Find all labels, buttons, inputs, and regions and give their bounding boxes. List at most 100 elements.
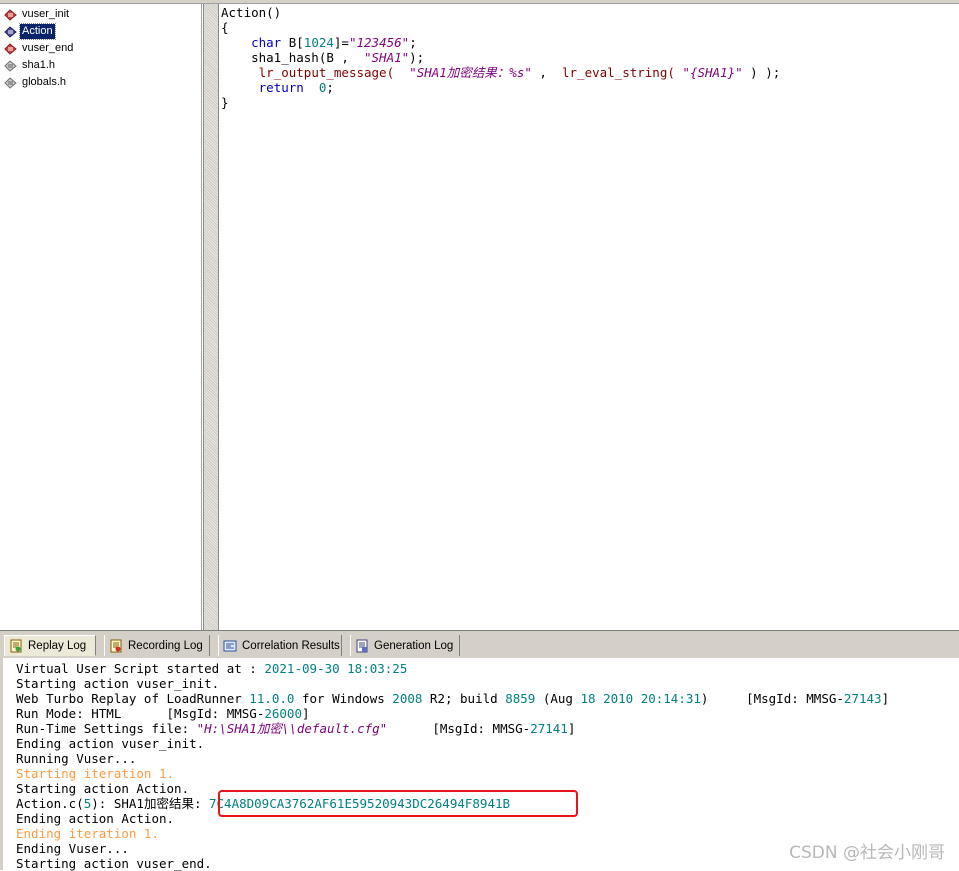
code-line-segment: lr_eval_string( (562, 65, 675, 80)
panel-splitter-scrollbar[interactable] (203, 4, 219, 630)
code-line-segment (394, 65, 409, 80)
log-line-segment: Starting iteration 1. (16, 766, 175, 781)
code-line: lr_output_message( "SHA1加密结果：%s" , lr_ev… (221, 65, 957, 80)
code-line-segment (304, 80, 319, 95)
log-line: Running Vuser... (16, 751, 959, 766)
tab-label: Correlation Results (242, 639, 340, 652)
code-line-segment: B[ (281, 35, 304, 50)
tab-correlation-results[interactable]: Correlation Results (218, 635, 342, 656)
log-line-segment: Run Mode: HTML [MsgId: MMSG- (16, 706, 265, 721)
code-line-segment (221, 65, 259, 80)
tab-label: Recording Log (128, 639, 203, 652)
log-line-segment: Ending action Action. (16, 811, 175, 826)
log-line-segment: 2010 (603, 691, 634, 706)
code-line-segment: ); (409, 50, 425, 65)
code-line-segment: 1024 (303, 35, 334, 50)
code-line-segment: "SHA1加密结果：%s" (409, 65, 532, 80)
script-red-icon (4, 8, 17, 21)
correlation-icon (223, 639, 237, 653)
code-line-segment: ) ); (742, 65, 781, 80)
log-line-segment (633, 691, 641, 706)
log-line-segment (596, 691, 604, 706)
tree-item-label: sha1.h (22, 59, 56, 71)
log-line-segment: 18 (580, 691, 596, 706)
log-line-segment: ) [MsgId: MMSG- (700, 691, 844, 706)
header-file-icon (4, 59, 17, 72)
highlight-annotation-box (218, 790, 578, 817)
tree-item-vuser-init[interactable]: vuser_init (4, 6, 71, 23)
code-line: sha1_hash(B , "SHA1"); (221, 50, 957, 65)
code-line-segment (221, 35, 251, 50)
log-line-segment: Virtual User Script started at : (16, 661, 265, 676)
code-line-segment: Action() (221, 5, 282, 20)
output-tab-bar: Replay Log Recording Log Correlation Res… (0, 633, 959, 659)
code-line: Action() (221, 5, 957, 20)
code-line-segment: char (251, 35, 282, 50)
tree-item-label: vuser_end (22, 42, 74, 54)
code-line-segment: } (221, 95, 229, 110)
log-line-segment: Starting action vuser_init. (16, 676, 220, 691)
code-line-segment: , (531, 65, 562, 80)
tree-item-vuser-end[interactable]: vuser_end (4, 40, 75, 57)
log-line-segment: 8859 (505, 691, 536, 706)
header-file-icon (4, 76, 17, 89)
log-line-segment: [MsgId: MMSG- (387, 721, 531, 736)
log-line-segment: Web Turbo Replay of LoadRunner (16, 691, 250, 706)
tab-generation-log[interactable]: Generation Log (350, 635, 460, 656)
log-line-segment: R2; build (422, 691, 506, 706)
tab-label: Replay Log (28, 639, 87, 652)
log-line-segment: 2008 (392, 691, 423, 706)
tree-item-label: globals.h (22, 76, 67, 88)
log-line: Ending action vuser_init. (16, 736, 959, 751)
log-line-segment: for Windows (294, 691, 393, 706)
tab-replay-log[interactable]: Replay Log (4, 635, 96, 656)
log-line-segment: 20:14:31 (640, 691, 701, 706)
log-line-segment: 27143 (843, 691, 882, 706)
log-line-segment: ] (881, 691, 890, 706)
log-line-segment: Ending Vuser... (16, 841, 129, 856)
log-line-segment: Running Vuser... (16, 751, 137, 766)
code-line-segment: "{SHA1}" (682, 65, 743, 80)
log-line-segment: ): SHA1加密结果: (91, 796, 209, 811)
script-action-icon (4, 25, 17, 38)
code-line-segment: return (258, 80, 304, 95)
log-line-segment: Ending iteration 1. (16, 826, 159, 841)
code-line-segment: ; (409, 35, 417, 50)
log-line-segment: Starting action vuser_end. (16, 856, 212, 871)
code-editor[interactable]: Action(){ char B[1024]="123456"; sha1_ha… (219, 4, 959, 630)
code-line: return 0; (221, 80, 957, 95)
code-line-segment: ]= (333, 35, 349, 50)
code-line: } (221, 95, 957, 110)
tree-item-label: Action (19, 23, 56, 40)
code-content[interactable]: Action(){ char B[1024]="123456"; sha1_ha… (219, 4, 959, 111)
code-line: char B[1024]="123456"; (221, 35, 957, 50)
log-line-segment: 2021-09-30 18:03:25 (264, 661, 408, 676)
code-line-segment (221, 80, 259, 95)
recording-log-icon (109, 639, 123, 653)
script-red-icon (4, 42, 17, 55)
log-line-segment: ] (567, 721, 576, 736)
code-line-segment: sha1_hash(B , (221, 50, 364, 65)
tab-label: Generation Log (374, 639, 454, 652)
generation-log-icon (355, 639, 369, 653)
tree-item-sha1-h[interactable]: sha1.h (4, 57, 57, 74)
tree-item-label: vuser_init (22, 8, 70, 20)
script-tree-panel: vuser_init Action vuser_end sha1.h globa… (0, 4, 202, 630)
log-line: Run-Time Settings file: "H:\SHA1加密\\defa… (16, 721, 959, 736)
log-line-segment: Starting action Action. (16, 781, 190, 796)
log-line-segment: Ending action vuser_init. (16, 736, 205, 751)
code-line-segment: "SHA1" (364, 50, 410, 65)
log-line-segment: "H:\SHA1加密\\default.cfg" (196, 721, 388, 736)
watermark: CSDN @社会小刚哥 (789, 843, 945, 863)
log-line-segment: (Aug (535, 691, 581, 706)
log-line: Web Turbo Replay of LoadRunner 11.0.0 fo… (16, 691, 959, 706)
code-line-segment: { (221, 20, 229, 35)
log-line-segment: ] (302, 706, 310, 721)
tree-item-action[interactable]: Action (4, 23, 56, 40)
log-line-segment: 11.0.0 (249, 691, 295, 706)
log-line-segment: 26000 (264, 706, 302, 721)
log-line-segment: Action.c( (16, 796, 84, 811)
log-line-segment: Run-Time Settings file: (16, 721, 197, 736)
tab-recording-log[interactable]: Recording Log (104, 635, 210, 656)
tree-item-globals-h[interactable]: globals.h (4, 74, 68, 91)
